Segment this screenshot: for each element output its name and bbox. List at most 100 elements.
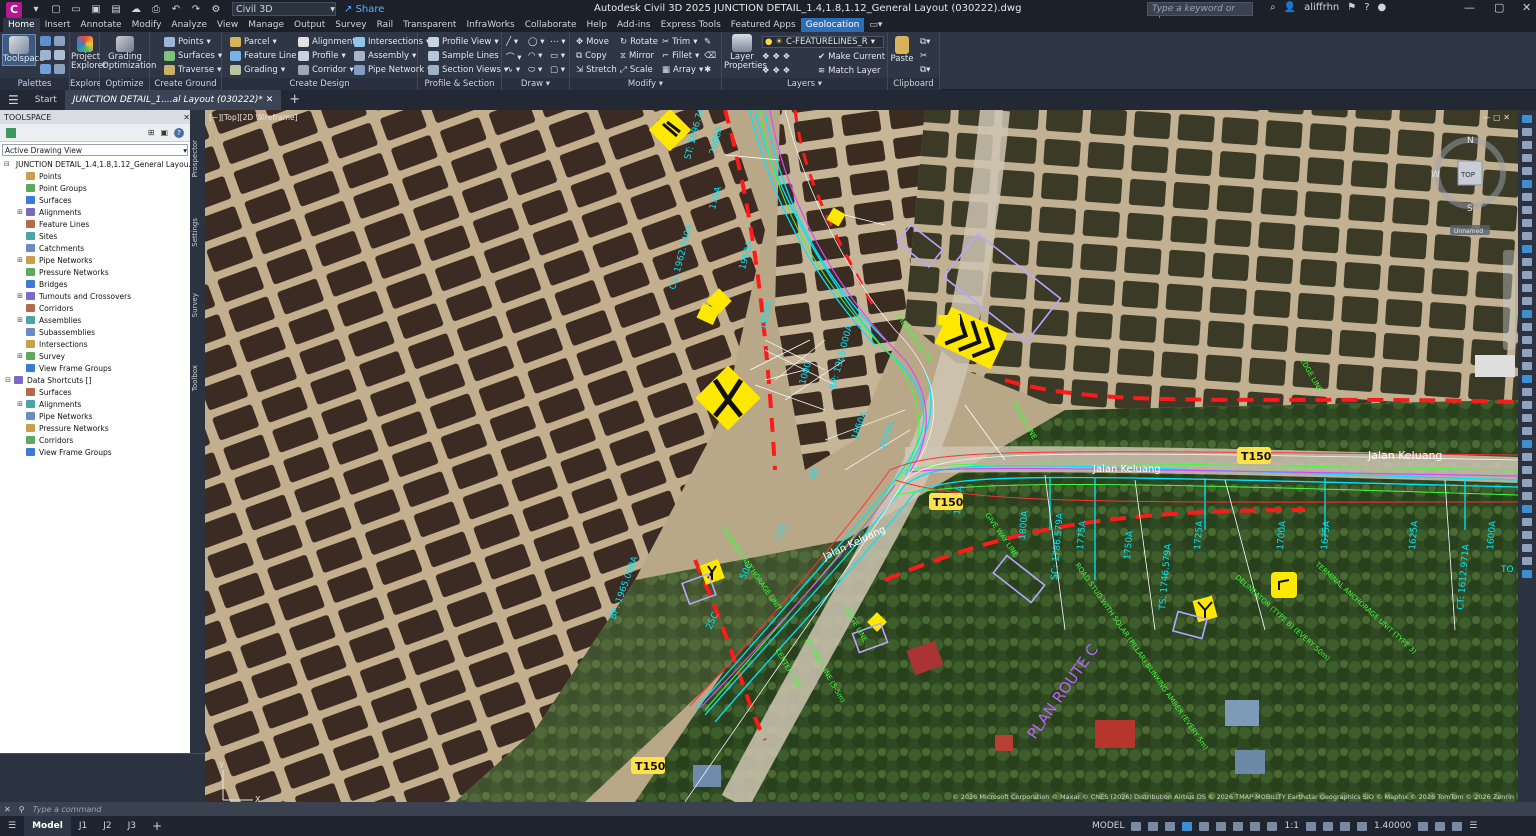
grid-icon[interactable]	[1131, 821, 1142, 831]
fillet-button[interactable]: ⌐ Fillet ▾	[662, 51, 699, 61]
tree-node[interactable]: Sites	[0, 230, 190, 242]
search-input[interactable]: Type a keyword or phrase	[1147, 2, 1253, 26]
tool-icon[interactable]	[1522, 219, 1532, 227]
tree-node[interactable]: ⊟ Data Shortcuts []	[0, 374, 190, 386]
toolspace-button[interactable]: Toolspace	[2, 34, 44, 66]
isodraft-icon[interactable]	[1216, 821, 1227, 831]
hatch-icon[interactable]: ⋯ ▾	[550, 37, 565, 47]
search-icon[interactable]: ⌕	[1270, 2, 1276, 13]
new-tab-icon[interactable]: +	[281, 90, 308, 110]
tree-node[interactable]: Points	[0, 170, 190, 182]
expand-toggle-icon[interactable]: ⊟	[4, 376, 12, 384]
tree-node[interactable]: View Frame Groups	[0, 446, 190, 458]
tab-insert[interactable]: Insert	[40, 18, 76, 32]
profile-button[interactable]: Profile ▾	[298, 51, 346, 61]
viewcube-top[interactable]: TOP	[1460, 171, 1475, 179]
tool-icon[interactable]	[1522, 245, 1532, 253]
clean-screen-icon[interactable]	[1452, 821, 1463, 831]
layout-tab-j2[interactable]: J2	[95, 816, 119, 836]
feature-line-button[interactable]: Feature Line ▾	[230, 51, 304, 61]
side-tab-settings[interactable]: Settings	[191, 218, 204, 247]
tab-add-ins[interactable]: Add-ins	[612, 18, 656, 32]
tree-node[interactable]: Point Groups	[0, 182, 190, 194]
gear-icon[interactable]: ⚙	[209, 2, 223, 16]
erase-icon[interactable]: ⌫	[704, 51, 716, 61]
tab-analyze[interactable]: Analyze	[166, 18, 211, 32]
gear-icon[interactable]	[1305, 821, 1316, 831]
tool-icon[interactable]	[1522, 206, 1532, 214]
layer-properties-button[interactable]: Layer Properties	[724, 34, 767, 71]
transparency-icon[interactable]	[1250, 821, 1261, 831]
expand-toggle-icon[interactable]: ⊟	[4, 160, 10, 168]
toggle-view-icon[interactable]: ▣	[160, 128, 168, 138]
tool-icon[interactable]	[1522, 323, 1532, 331]
layer-dropdown[interactable]: ● ☀ C-FEATURELINES_R ▾	[762, 36, 884, 48]
model-space-toggle[interactable]: MODEL	[1092, 821, 1124, 831]
profile-view-button[interactable]: Profile View ▾	[428, 37, 499, 47]
tool-icon[interactable]	[1522, 518, 1532, 526]
layout-tab-j1[interactable]: J1	[71, 816, 95, 836]
tool-icon[interactable]	[1522, 180, 1532, 188]
expand-toggle-icon[interactable]: ⊞	[16, 292, 24, 300]
tree-node[interactable]: Pipe Networks	[0, 410, 190, 422]
drawing-viewport[interactable]: ST: 1996.740A 2000A 175A CS: 1962.740A 1…	[205, 110, 1518, 802]
new-file-icon[interactable]: ▢	[49, 2, 63, 16]
tree-node[interactable]: Intersections	[0, 338, 190, 350]
tool-icon[interactable]	[1522, 466, 1532, 474]
layout-tab-model[interactable]: Model	[24, 816, 71, 836]
tool-icon[interactable]	[1522, 128, 1532, 136]
minimize-icon[interactable]: —	[1464, 1, 1475, 14]
menu-icon[interactable]: ☰	[0, 90, 27, 110]
polar-icon[interactable]	[1182, 821, 1193, 831]
compass-west[interactable]: W	[1431, 170, 1440, 180]
tab-express-tools[interactable]: Express Tools	[656, 18, 726, 32]
properties-icon[interactable]	[40, 36, 51, 46]
grid-menu-icon[interactable]: ☰	[0, 816, 24, 836]
spline-icon[interactable]: ∿ ▾	[506, 65, 520, 75]
circle-icon[interactable]: ◯ ▾	[528, 37, 544, 47]
expand-toggle-icon[interactable]: ⊞	[16, 256, 24, 264]
tree-node[interactable]: Catchments	[0, 242, 190, 254]
tree-node[interactable]: ⊞ Turnouts and Crossovers	[0, 290, 190, 302]
ellipse-icon[interactable]: ⬭ ▾	[528, 65, 542, 75]
share-button[interactable]: ↗ Share	[344, 4, 384, 15]
restore-icon[interactable]: ▢	[1494, 1, 1504, 14]
sample-lines-button[interactable]: Sample Lines	[428, 51, 499, 61]
navigation-bar[interactable]	[1503, 250, 1515, 350]
layer-off-icon[interactable]: ❖ ❖ ❖	[762, 52, 790, 62]
corridor-button[interactable]: Corridor ▾	[298, 65, 354, 75]
network-icon[interactable]: ⊞	[148, 128, 155, 138]
user-name[interactable]: aliffrhn	[1304, 2, 1339, 13]
expand-toggle-icon[interactable]: ⊞	[16, 352, 24, 360]
rotate-button[interactable]: ↻ Rotate	[620, 37, 658, 47]
tab-infraworks[interactable]: InfraWorks	[461, 18, 519, 32]
tool-icon[interactable]	[1522, 362, 1532, 370]
tool-icon[interactable]	[1522, 193, 1532, 201]
tree-node[interactable]: View Frame Groups	[0, 362, 190, 374]
customize-menu-icon[interactable]: ☰	[1469, 821, 1477, 831]
tab-annotate[interactable]: Annotate	[75, 18, 126, 32]
tool-icon[interactable]	[1522, 453, 1532, 461]
side-tab-prospector[interactable]: Prospector	[191, 140, 204, 177]
tab-help[interactable]: Help	[582, 18, 613, 32]
open-folder-icon[interactable]: ▭	[69, 2, 83, 16]
help-icon[interactable]: ?	[174, 127, 184, 138]
ortho-icon[interactable]	[1165, 821, 1176, 831]
cloud-icon[interactable]: ☁	[129, 2, 143, 16]
tool-icon[interactable]	[1522, 115, 1532, 123]
ribbon-toggle-icon[interactable]: ▭▾	[864, 18, 887, 32]
osnap-icon[interactable]	[1199, 821, 1210, 831]
make-current-button[interactable]: ✔ Make Current	[818, 52, 885, 62]
match-layer-button[interactable]: ≋ Match Layer	[818, 66, 880, 76]
tool-icon[interactable]	[1522, 141, 1532, 149]
points-button[interactable]: Points ▾	[164, 37, 211, 47]
tab-view[interactable]: View	[212, 18, 243, 32]
side-tab-toolbox[interactable]: Toolbox	[191, 365, 204, 391]
tab-collaborate[interactable]: Collaborate	[520, 18, 582, 32]
tree-node[interactable]: Bridges	[0, 278, 190, 290]
tree-node[interactable]: Pressure Networks	[0, 422, 190, 434]
region-icon[interactable]: ▢ ▾	[550, 65, 565, 75]
tool-icon[interactable]	[1522, 505, 1532, 513]
tree-node[interactable]: ⊞ Assemblies	[0, 314, 190, 326]
units-icon[interactable]	[1339, 821, 1350, 831]
